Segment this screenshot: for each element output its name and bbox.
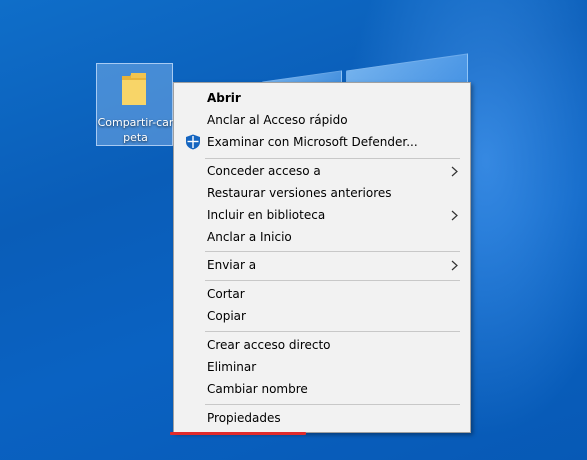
menu-separator [205,404,460,405]
menu-item-restaurar-versiones[interactable]: Restaurar versiones anteriores [174,182,470,204]
menu-item-crear-acceso-directo[interactable]: Crear acceso directo [174,334,470,356]
chevron-right-icon [451,166,458,177]
menu-item-copiar[interactable]: Copiar [174,305,470,327]
highlight-underline-mark [170,432,306,435]
menu-item-cambiar-nombre[interactable]: Cambiar nombre [174,378,470,400]
chevron-right-icon [451,260,458,271]
menu-item-incluir-biblioteca[interactable]: Incluir en biblioteca [174,204,470,226]
menu-item-conceder-acceso[interactable]: Conceder acceso a [174,160,470,182]
context-menu: Abrir Anclar al Acceso rápido Examinar c… [173,82,471,433]
menu-separator [205,251,460,252]
defender-shield-icon [186,134,200,150]
menu-separator [205,280,460,281]
menu-item-anclar-inicio[interactable]: Anclar a Inicio [174,226,470,248]
menu-item-examinar-defender[interactable]: Examinar con Microsoft Defender... [174,131,470,153]
menu-item-anclar-acceso-rapido[interactable]: Anclar al Acceso rápido [174,109,470,131]
desktop-folder-icon[interactable]: Compartir-carpeta [96,63,173,146]
menu-item-enviar-a[interactable]: Enviar a [174,254,470,276]
chevron-right-icon [451,210,458,221]
folder-icon [122,73,146,105]
folder-name-label: Compartir-carpeta [97,116,174,144]
menu-separator [205,331,460,332]
menu-separator [205,158,460,159]
menu-item-eliminar[interactable]: Eliminar [174,356,470,378]
menu-item-cortar[interactable]: Cortar [174,283,470,305]
menu-item-abrir[interactable]: Abrir [174,87,470,109]
menu-item-propiedades[interactable]: Propiedades [174,407,470,429]
